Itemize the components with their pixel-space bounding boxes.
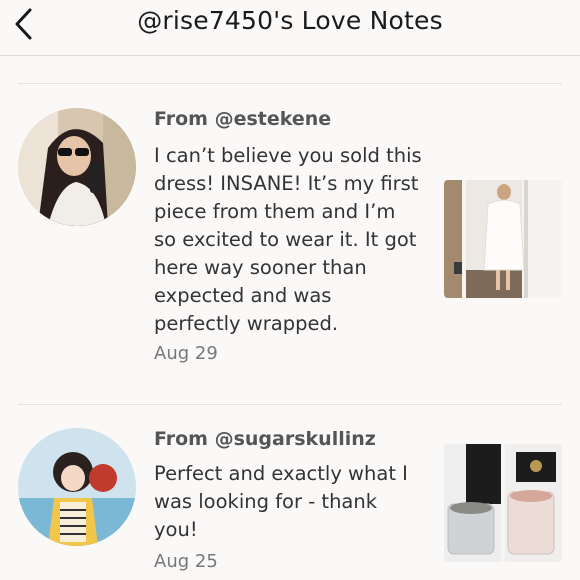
item-thumbnail[interactable]	[444, 444, 562, 562]
note-message: Perfect and exactly what I was looking f…	[154, 462, 408, 541]
page-title: @rise7450's Love Notes	[137, 6, 443, 35]
avatar-image	[18, 108, 136, 226]
note-date: Aug 25	[154, 551, 218, 572]
list-divider	[18, 83, 562, 84]
note-date: Aug 29	[154, 343, 218, 364]
avatar[interactable]	[18, 108, 136, 226]
note-sender[interactable]: From @estekene	[154, 108, 331, 130]
note-sender[interactable]: From @sugarskullinz	[154, 428, 376, 450]
note-message: I can’t believe you sold this dress! INS…	[154, 144, 422, 335]
item-thumbnail[interactable]	[444, 180, 562, 298]
app-header: @rise7450's Love Notes	[0, 0, 580, 56]
avatar[interactable]	[18, 428, 136, 546]
thumbnail-image	[444, 180, 562, 298]
avatar-image	[18, 428, 136, 546]
thumbnail-image	[444, 444, 562, 562]
list-divider	[18, 404, 562, 405]
